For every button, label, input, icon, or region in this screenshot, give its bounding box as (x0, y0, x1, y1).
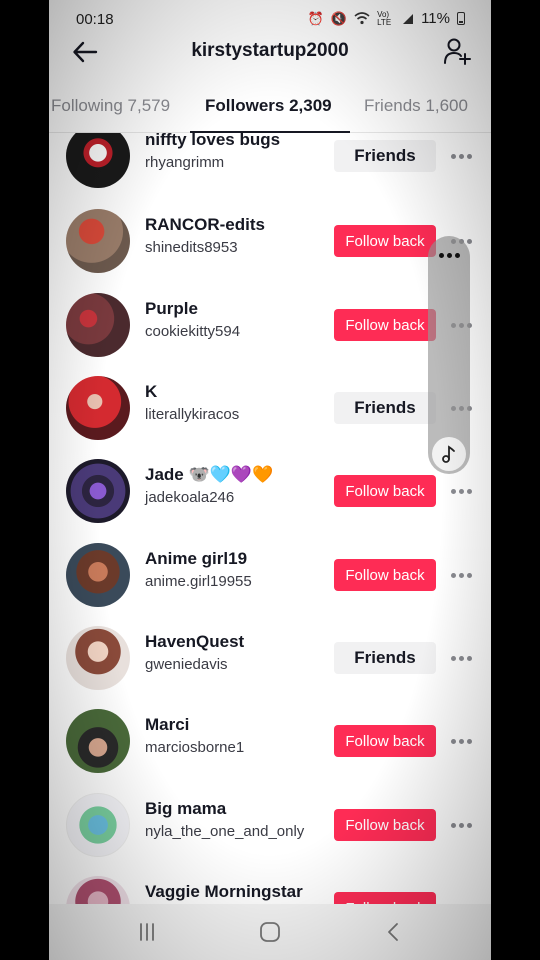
more-icon[interactable] (447, 729, 475, 753)
floating-panel[interactable] (428, 236, 470, 474)
tab-friends[interactable]: Friends 1,600 (364, 96, 468, 116)
list-item[interactable]: K literallykiracos Friends (49, 376, 491, 442)
status-icons: ⏰ 🔇 Vo) LTE 11% (308, 10, 465, 27)
follow-back-button[interactable]: Follow back (334, 309, 436, 341)
network-indicator: Vo) LTE (377, 9, 392, 27)
follower-username: literallykiracos (145, 406, 240, 423)
list-item[interactable]: Anime girl19 anime.girl19955 Follow back (49, 543, 491, 609)
follower-name: Anime girl19 (145, 549, 248, 568)
follower-name: HavenQuest (145, 632, 245, 651)
more-icon[interactable] (447, 479, 475, 503)
follow-back-button[interactable]: Follow back (334, 225, 436, 257)
system-nav-bar (49, 904, 491, 960)
tab-following[interactable]: Following 7,579 (51, 96, 170, 116)
avatar[interactable] (66, 543, 130, 607)
list-item[interactable]: HavenQuest gweniedavis Friends (49, 626, 491, 692)
tab-bar: Following 7,579 Followers 2,309 Friends … (49, 86, 491, 133)
follower-name: Big mama (145, 799, 227, 818)
status-bar: 00:18 ⏰ 🔇 Vo) LTE 11% (49, 0, 491, 38)
list-item[interactable]: niffty loves bugs rhyangrimm Friends (49, 133, 491, 190)
music-note-icon[interactable] (432, 437, 466, 471)
more-icon[interactable] (447, 144, 475, 168)
page-title: kirstystartup2000 (191, 40, 349, 61)
follow-back-button[interactable]: Follow back (334, 725, 436, 757)
back-nav-icon[interactable] (379, 920, 409, 944)
friends-button[interactable]: Friends (334, 392, 436, 424)
follow-back-button[interactable]: Follow back (334, 475, 436, 507)
avatar[interactable] (66, 876, 130, 905)
followers-list: niffty loves bugs rhyangrimm Friends RAN… (49, 133, 491, 905)
follower-username: anime.girl19955 (145, 573, 252, 590)
list-item[interactable]: Jade 🐨🩵💜🧡 jadekoala246 Follow back (49, 459, 491, 525)
header: kirstystartup2000 (49, 34, 491, 70)
follow-back-button[interactable]: Follow back (334, 559, 436, 591)
phone-screen: 00:18 ⏰ 🔇 Vo) LTE 11% kirstystartup2000 … (49, 0, 491, 960)
follower-name: Marci (145, 715, 190, 734)
status-time: 00:18 (76, 11, 114, 28)
friends-button[interactable]: Friends (334, 140, 436, 172)
follower-username: nyla_the_one_and_only (145, 823, 305, 840)
follower-name: RANCOR-edits (145, 215, 265, 234)
avatar[interactable] (66, 293, 130, 357)
avatar[interactable] (66, 133, 130, 188)
avatar[interactable] (66, 793, 130, 857)
follow-back-button[interactable]: Follow back (334, 809, 436, 841)
follower-name: Jade 🐨🩵💜🧡 (145, 465, 274, 484)
follower-name: Purple (145, 299, 198, 318)
add-user-icon[interactable] (443, 36, 473, 66)
follower-username: jadekoala246 (145, 489, 235, 506)
more-icon[interactable] (447, 646, 475, 670)
signal-icon (403, 13, 414, 24)
follower-username: gweniedavis (145, 656, 228, 673)
list-item[interactable]: Vaggie Morningstar Follow back (49, 876, 491, 905)
follower-username: shinedits8953 (145, 239, 238, 256)
follower-username: cookiekitty594 (145, 323, 241, 340)
friends-button[interactable]: Friends (334, 642, 436, 674)
alarm-icon: ⏰ (307, 10, 324, 26)
follower-name: Vaggie Morningstar (145, 882, 303, 901)
list-item[interactable]: RANCOR-edits shinedits8953 Follow back (49, 209, 491, 275)
battery-level: 11% (421, 10, 450, 27)
avatar[interactable] (66, 626, 130, 690)
battery-icon (457, 12, 465, 25)
follower-username: marciosborne1 (145, 739, 245, 756)
avatar[interactable] (66, 709, 130, 773)
mute-icon: 🔇 (330, 10, 348, 26)
list-item[interactable]: Purple cookiekitty594 Follow back (49, 293, 491, 359)
list-item[interactable]: Marci marciosborne1 Follow back (49, 709, 491, 775)
more-icon[interactable] (447, 563, 475, 587)
recent-apps-icon[interactable] (132, 920, 162, 944)
more-icon[interactable] (447, 813, 475, 837)
avatar[interactable] (66, 459, 130, 523)
tab-followers[interactable]: Followers 2,309 (205, 96, 332, 116)
home-icon[interactable] (255, 920, 285, 944)
more-icon[interactable] (436, 250, 462, 260)
follower-name: K (145, 382, 158, 401)
follower-username: rhyangrimm (145, 154, 225, 171)
follower-name: niffty loves bugs (145, 133, 281, 149)
avatar[interactable] (66, 209, 130, 273)
list-item[interactable]: Big mama nyla_the_one_and_only Follow ba… (49, 793, 491, 859)
avatar[interactable] (66, 376, 130, 440)
wifi-icon (354, 12, 370, 25)
